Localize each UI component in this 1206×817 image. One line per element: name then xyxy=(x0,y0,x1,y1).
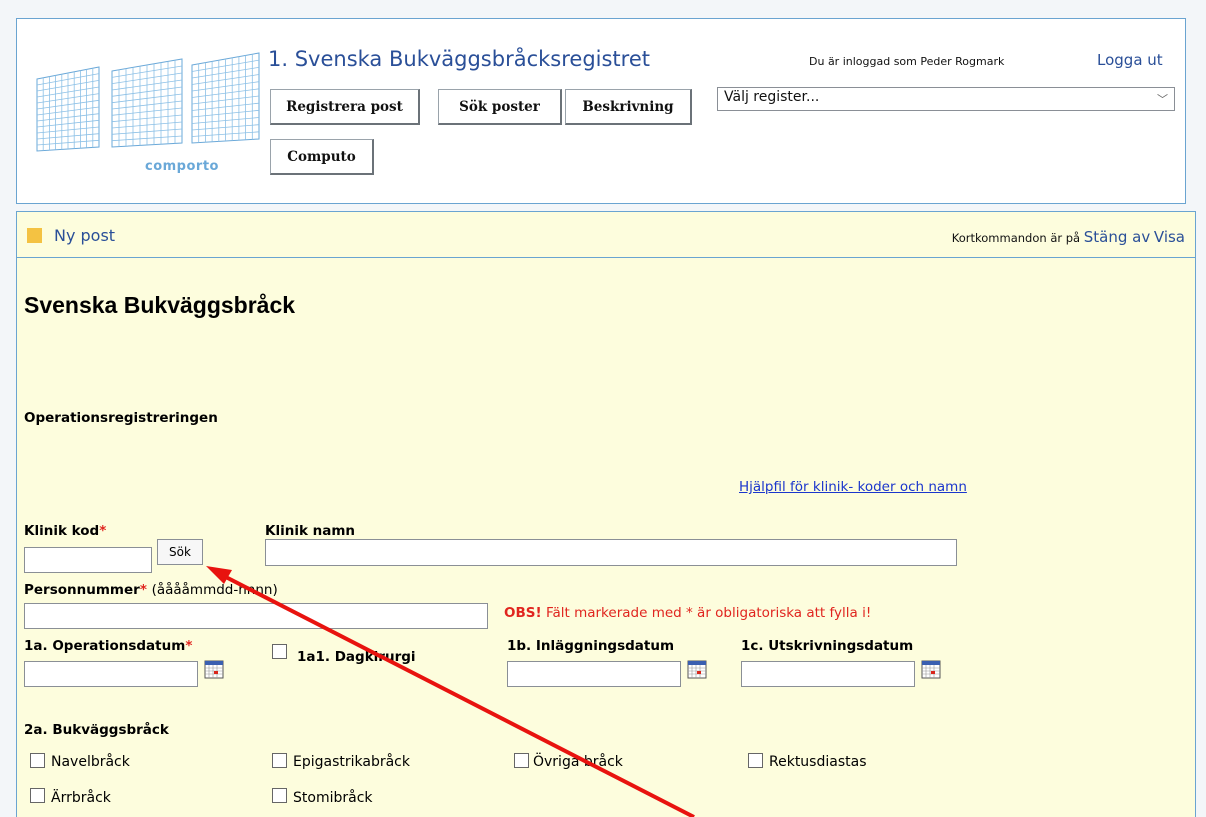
shortcut-show-link[interactable]: Visa xyxy=(1154,228,1185,246)
register-select[interactable]: Välj register... ﹀ xyxy=(717,87,1175,111)
navelbrack-label: Navelbråck xyxy=(51,754,130,770)
operationsdatum-label: 1a. Operationsdatum* xyxy=(24,638,193,654)
arrbrack-checkbox[interactable] xyxy=(30,788,45,803)
navelbrack-checkbox[interactable] xyxy=(30,753,45,768)
rektusdiastas-label: Rektusdiastas xyxy=(769,754,867,770)
computo-button[interactable]: Computo xyxy=(270,139,374,175)
utskrivningsdatum-label: 1c. Utskrivningsdatum xyxy=(741,638,914,654)
epigastrikabrack-checkbox[interactable] xyxy=(272,753,287,768)
klinik-namn-label: Klinik namn xyxy=(265,523,356,539)
calendar-icon[interactable] xyxy=(204,659,224,679)
klinik-namn-input[interactable] xyxy=(265,539,957,566)
panel-title-bar: Ny post Kortkommandon är på Stäng av Vis… xyxy=(17,212,1195,258)
stomibrack-label: Stomibråck xyxy=(293,790,373,806)
panel-square-icon xyxy=(27,228,42,243)
klinik-search-button[interactable]: Sök xyxy=(157,539,203,565)
obs-notice: OBS! Fält markerade med * är obligatoris… xyxy=(504,605,872,621)
operationsdatum-input[interactable] xyxy=(24,661,198,687)
bukvaggsbrack-section-label: 2a. Bukväggsbråck xyxy=(24,722,169,738)
ovriga-brack-checkbox[interactable] xyxy=(514,753,529,768)
inlaggningsdatum-input[interactable] xyxy=(507,661,681,687)
rektusdiastas-checkbox[interactable] xyxy=(748,753,763,768)
dagkirurgi-label: 1a1. Dagkirurgi xyxy=(297,649,416,665)
personnummer-label: Personnummer* (ååååmmdd-nnnn) xyxy=(24,582,278,598)
register-select-value: Välj register... xyxy=(724,89,820,105)
epigastrikabrack-label: Epigastrikabråck xyxy=(293,754,410,770)
calendar-icon[interactable] xyxy=(687,659,707,679)
utskrivningsdatum-input[interactable] xyxy=(741,661,915,687)
personnummer-input[interactable] xyxy=(24,603,488,629)
help-link[interactable]: Hjälpfil för klinik- koder och namn xyxy=(739,479,967,495)
logout-link[interactable]: Logga ut xyxy=(1097,51,1163,69)
arrbrack-label: Ärrbråck xyxy=(51,790,111,806)
logged-in-status: Du är inloggad som Peder Rogmark xyxy=(809,55,1005,68)
section-title: Operationsregistreringen xyxy=(24,410,218,426)
app-header: comporto 1. Svenska Bukväggsbråcksregist… xyxy=(16,18,1186,204)
klinik-kod-input[interactable] xyxy=(24,547,152,573)
dagkirurgi-checkbox[interactable] xyxy=(272,644,287,659)
klinik-kod-label: Klinik kod* xyxy=(24,523,107,539)
chevron-down-icon: ﹀ xyxy=(1157,93,1168,106)
form-title: Svenska Bukväggsbråck xyxy=(24,292,296,318)
calendar-icon[interactable] xyxy=(921,659,941,679)
app-title: 1. Svenska Bukväggsbråcksregistret xyxy=(268,47,650,71)
form-panel: Ny post Kortkommandon är på Stäng av Vis… xyxy=(16,211,1196,817)
registrera-post-button[interactable]: Registrera post xyxy=(270,89,420,125)
shortcut-status: Kortkommandon är på Stäng av Visa xyxy=(952,228,1185,246)
logo-text: comporto xyxy=(145,159,219,174)
panel-title: Ny post xyxy=(54,226,116,245)
shortcut-off-link[interactable]: Stäng av xyxy=(1084,228,1150,246)
ovriga-brack-label: Övriga bråck xyxy=(533,754,623,770)
stomibrack-checkbox[interactable] xyxy=(272,788,287,803)
beskrivning-button[interactable]: Beskrivning xyxy=(565,89,692,125)
shortcut-text: Kortkommandon är på xyxy=(951,231,1081,245)
inlaggningsdatum-label: 1b. Inläggningsdatum xyxy=(507,638,675,654)
sok-poster-button[interactable]: Sök poster xyxy=(438,89,562,125)
